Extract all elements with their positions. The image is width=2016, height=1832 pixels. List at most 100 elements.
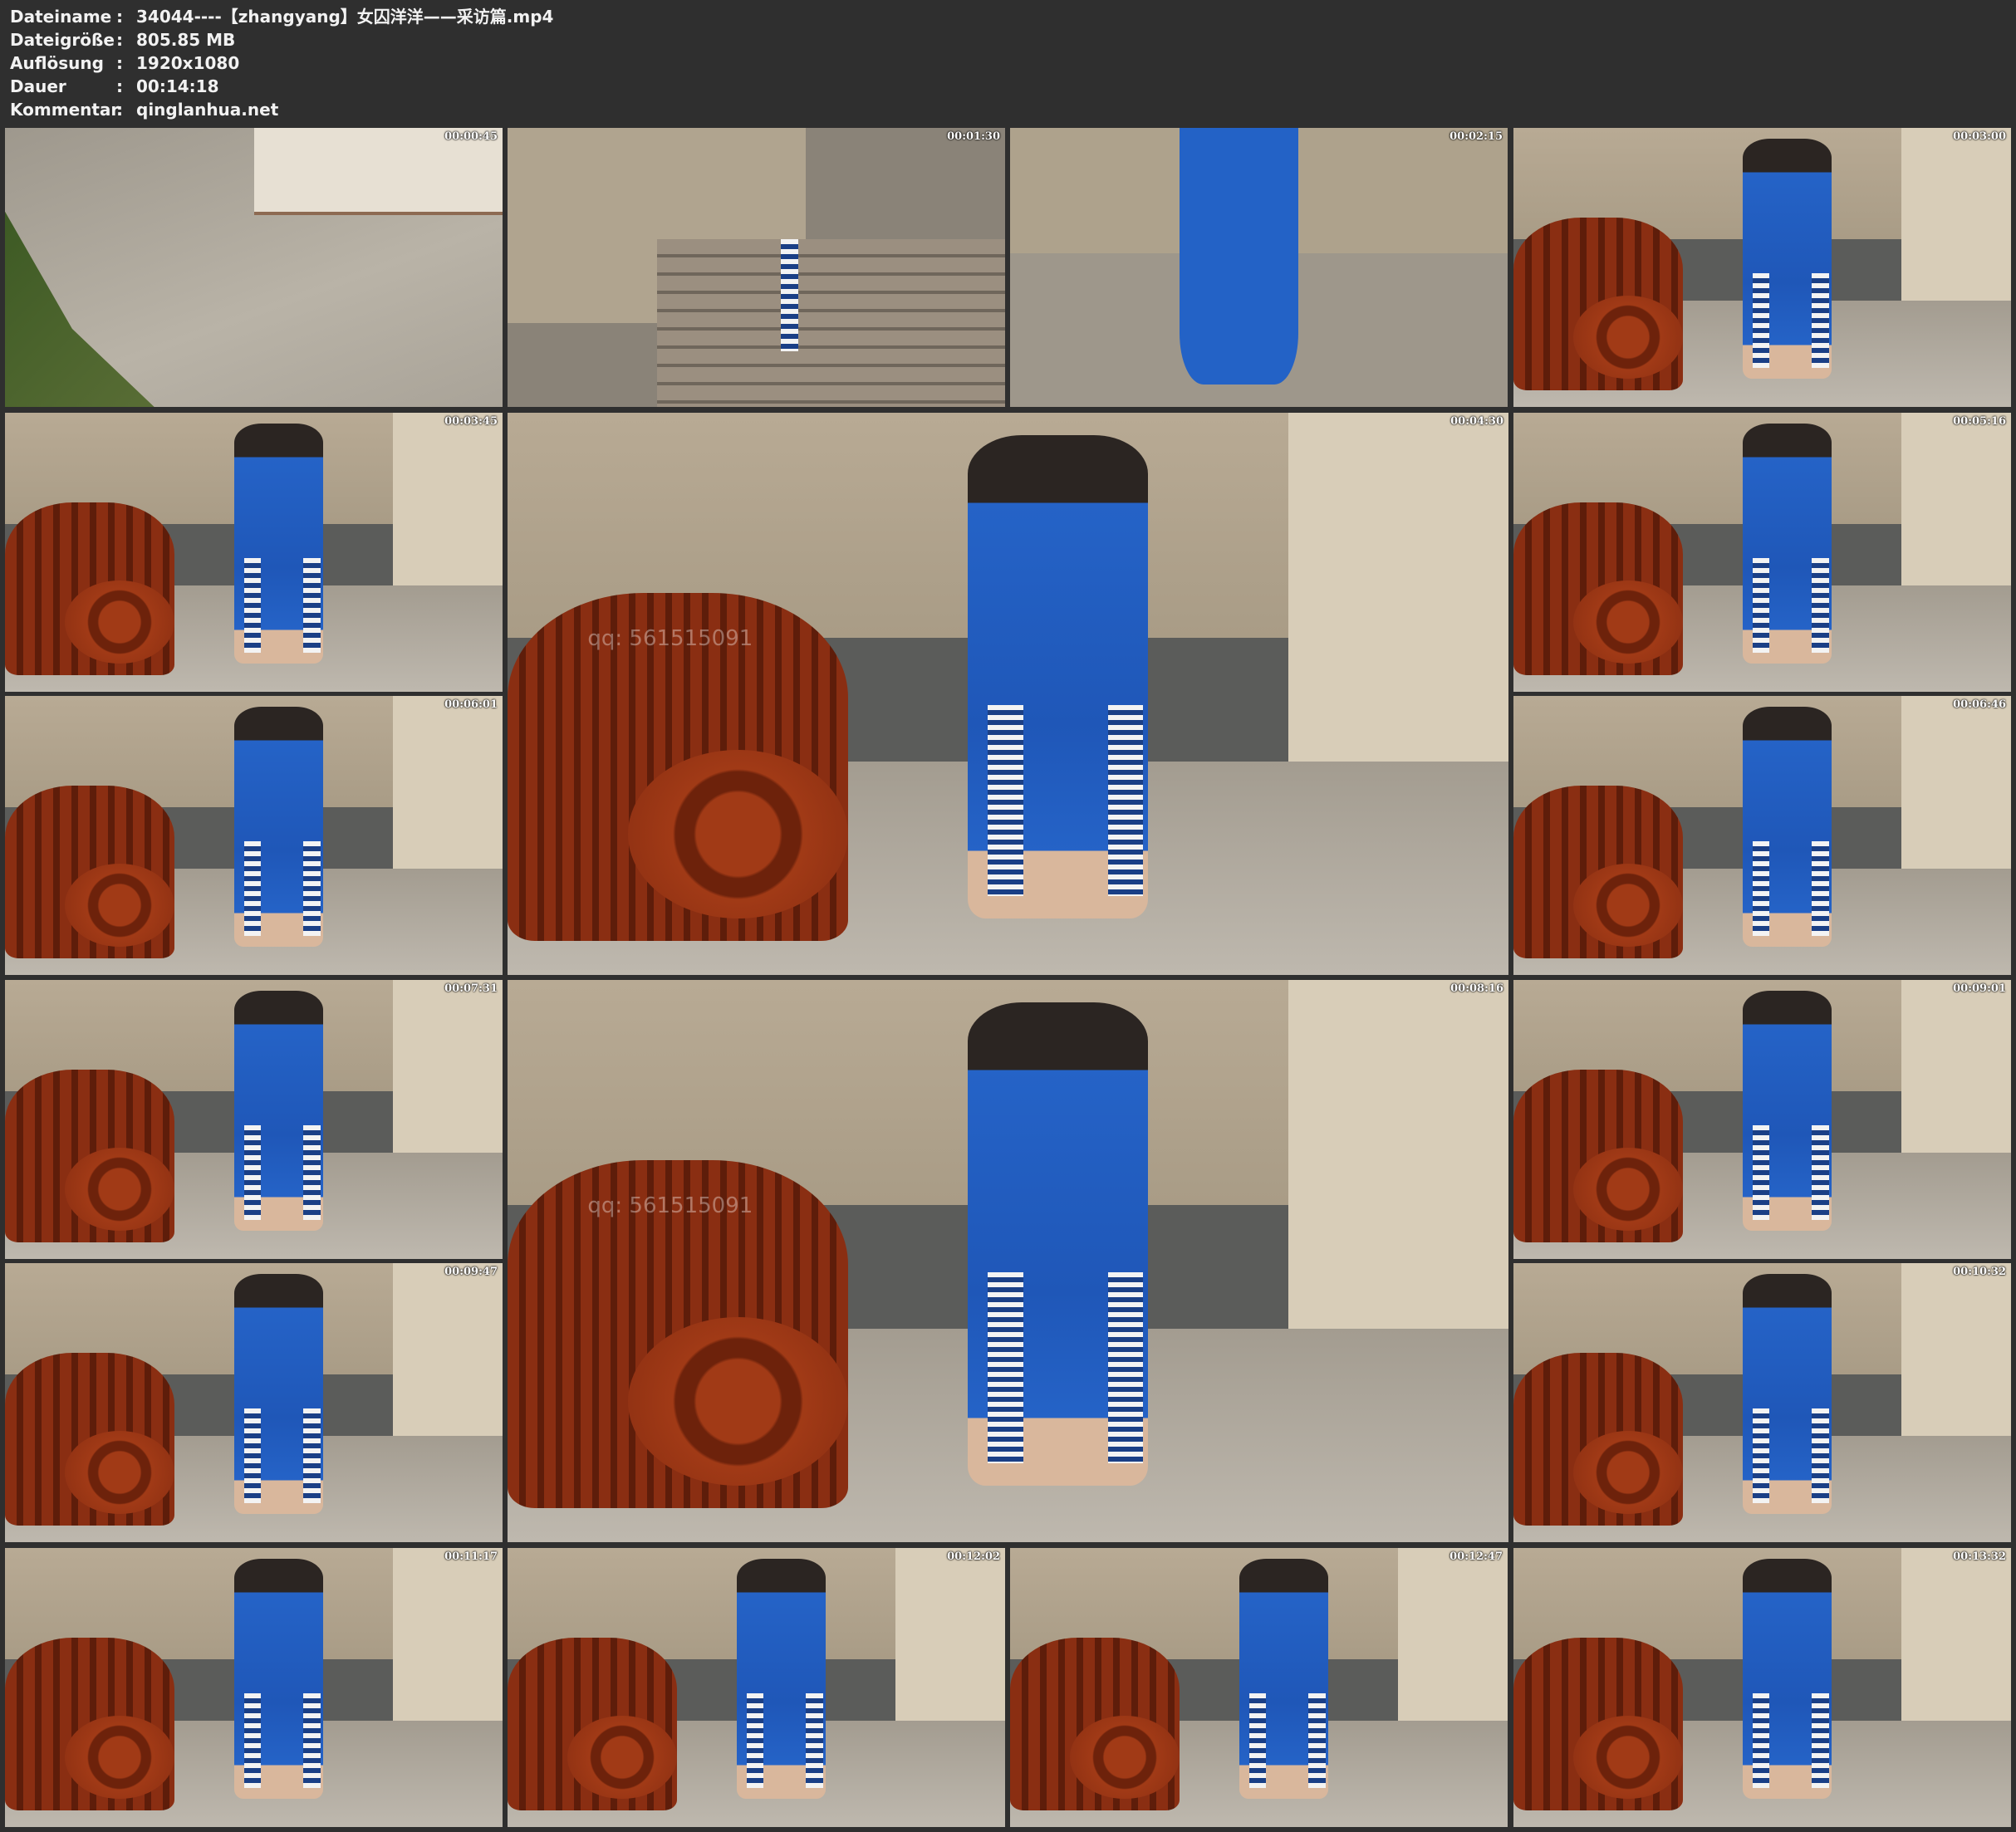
info-value: 34044----【zhangyang】女囚洋洋——采访篇.mp4 <box>136 7 554 27</box>
doorway-background <box>1901 1548 2011 1722</box>
video-thumbnail: 00:11:17 <box>5 1548 503 1827</box>
chair-armrest <box>627 1317 848 1487</box>
doorway-background <box>393 980 503 1154</box>
doorway-background <box>1398 1548 1508 1722</box>
thumbnail-timestamp: 00:12:02 <box>947 1550 1000 1563</box>
info-key: Dauer <box>10 76 66 96</box>
video-thumbnail: 00:02:15 <box>1010 128 1508 407</box>
chair-armrest <box>627 750 848 919</box>
doorway-background <box>1901 980 2011 1154</box>
prisoner-figure <box>1179 128 1299 385</box>
thumbnail-timestamp: 00:07:31 <box>444 982 498 995</box>
video-thumbnail: 00:12:02 <box>508 1548 1005 1827</box>
video-thumbnail: 00:10:32 <box>1513 1263 2011 1542</box>
thumbnail-timestamp: 00:03:00 <box>1953 130 2006 143</box>
uniform-stripe <box>303 1124 321 1220</box>
uniform-stripe <box>1108 705 1144 897</box>
info-separator: : <box>116 76 123 96</box>
doorway-background <box>1901 413 2011 586</box>
uniform-stripe <box>1812 1124 1830 1220</box>
uniform-stripe <box>303 1408 321 1503</box>
doorway-background <box>1901 128 2011 301</box>
chair-armrest <box>567 1715 677 1800</box>
video-thumbnail: 00:09:01 <box>1513 980 2011 1259</box>
watermark-text: qq: 561515091 <box>587 626 753 652</box>
doorway-background <box>393 1548 503 1722</box>
uniform-stripe <box>303 557 321 653</box>
thumbnail-timestamp: 00:03:45 <box>444 415 498 428</box>
info-value: 00:14:18 <box>136 76 219 96</box>
info-key: Auflösung <box>10 53 104 73</box>
video-thumbnail: 00:03:45 <box>5 413 503 692</box>
info-separator: : <box>116 100 123 120</box>
video-thumbnail: 00:01:30 <box>508 128 1005 407</box>
chair-armrest <box>64 1430 174 1515</box>
uniform-stripe <box>243 1408 262 1503</box>
staircase <box>656 239 1005 407</box>
thumbnail-timestamp: 00:09:01 <box>1953 982 2006 995</box>
uniform-stripe <box>1812 1692 1830 1788</box>
thumbnail-timestamp: 00:13:32 <box>1953 1550 2006 1563</box>
info-key: Dateigröße <box>10 30 115 50</box>
uniform-stripe <box>1812 557 1830 653</box>
doorway-background <box>1288 413 1508 762</box>
video-thumbnail: 00:07:31 <box>5 980 503 1259</box>
uniform-stripe <box>1308 1692 1327 1788</box>
info-value: 1920x1080 <box>136 53 240 73</box>
chair-armrest <box>1572 1715 1683 1800</box>
uniform-stripe <box>988 705 1023 897</box>
chair-armrest <box>1572 580 1683 664</box>
video-thumbnail: 00:13:32 <box>1513 1548 2011 1827</box>
doorway-background <box>1901 1263 2011 1437</box>
thumbnail-timestamp: 00:06:46 <box>1953 698 2006 711</box>
uniform-stripe <box>1752 1408 1770 1503</box>
doorway-background <box>393 1263 503 1437</box>
thumbnail-timestamp: 00:12:47 <box>1449 1550 1503 1563</box>
info-key: Kommentar <box>10 100 120 120</box>
uniform-stripe <box>243 557 262 653</box>
uniform-stripe <box>243 1692 262 1788</box>
watermark-text: qq: 561515091 <box>587 1193 753 1219</box>
thumbnail-timestamp: 00:08:16 <box>1450 982 1503 995</box>
info-value: 805.85 MB <box>136 30 236 50</box>
uniform-stripe <box>1812 840 1830 936</box>
chair-armrest <box>1572 1147 1683 1232</box>
thumbnail-timestamp: 00:06:01 <box>444 698 498 711</box>
thumbnail-timestamp: 00:10:32 <box>1953 1266 2006 1278</box>
uniform-stripe <box>1752 1692 1770 1788</box>
file-info-header: Dateiname:34044----【zhangyang】女囚洋洋——采访篇.… <box>0 0 2016 125</box>
chair-armrest <box>64 863 174 948</box>
chair-armrest <box>64 1715 174 1800</box>
video-thumbnail: 00:09:47 <box>5 1263 503 1542</box>
chair-armrest <box>1069 1715 1180 1800</box>
uniform-stripe <box>1108 1272 1144 1464</box>
uniform-stripe <box>988 1272 1023 1464</box>
uniform-stripe <box>243 840 262 936</box>
uniform-stripe <box>746 1692 764 1788</box>
doorway-background <box>393 696 503 869</box>
uniform-stripe <box>303 840 321 936</box>
info-separator: : <box>116 7 123 27</box>
uniform-stripe <box>1812 272 1830 368</box>
video-thumbnail: 00:06:01 <box>5 696 503 975</box>
info-row-comment: Kommentar: qinglanhua.net <box>10 98 278 121</box>
info-row-duration: Dauer:00:14:18 <box>10 75 219 98</box>
video-thumbnail: 00:06:46 <box>1513 696 2011 975</box>
uniform-stripe <box>1752 1124 1770 1220</box>
video-thumbnail: 00:03:00 <box>1513 128 2011 407</box>
video-thumbnail: 00:00:45 <box>5 128 503 407</box>
chair-armrest <box>1572 295 1683 380</box>
info-value: qinglanhua.net <box>136 100 279 120</box>
uniform-stripe <box>806 1692 824 1788</box>
video-thumbnail: 00:05:16 <box>1513 413 2011 692</box>
thumbnail-timestamp: 00:04:30 <box>1450 415 1503 428</box>
info-row-filename: Dateiname:34044----【zhangyang】女囚洋洋——采访篇.… <box>10 5 553 28</box>
thumbnail-timestamp: 00:00:45 <box>444 130 498 143</box>
uniform-stripe <box>1752 840 1770 936</box>
thumbnail-timestamp: 00:11:17 <box>444 1550 498 1563</box>
uniform-stripe <box>1752 557 1770 653</box>
uniform-stripe <box>243 1124 262 1220</box>
chair-armrest <box>1572 1430 1683 1515</box>
doorway-background <box>1901 696 2011 869</box>
info-separator: : <box>116 30 123 50</box>
